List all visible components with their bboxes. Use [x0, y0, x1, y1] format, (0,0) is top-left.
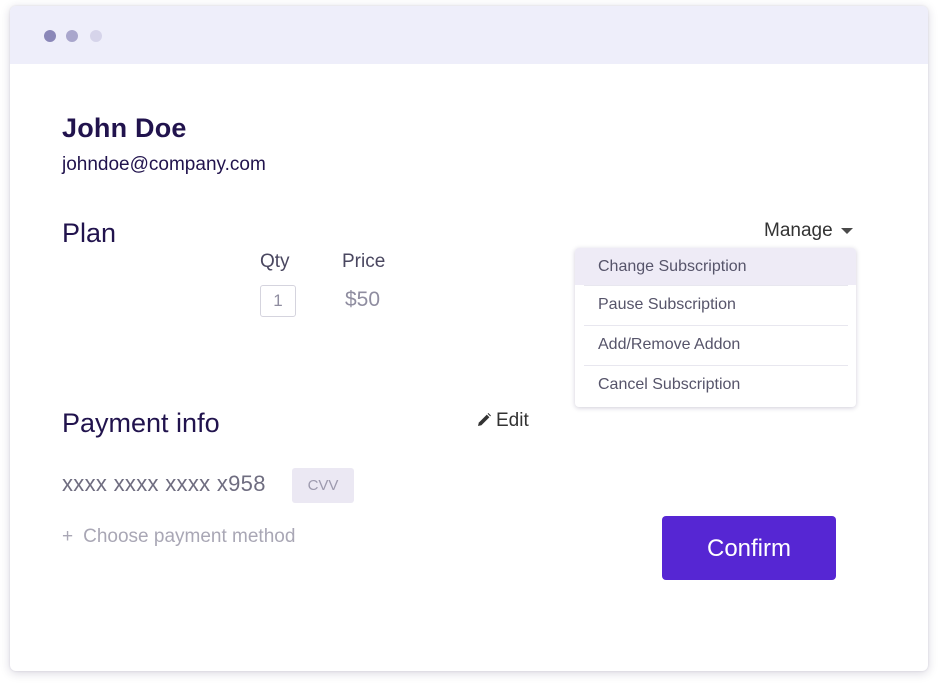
app-window: John Doe johndoe@company.com Plan Qty Pr…: [10, 6, 928, 671]
confirm-button[interactable]: Confirm: [662, 516, 836, 580]
qty-label: Qty: [260, 251, 290, 272]
menu-item-cancel-subscription[interactable]: Cancel Subscription: [575, 366, 856, 403]
menu-item-pause-subscription[interactable]: Pause Subscription: [575, 286, 856, 323]
plus-icon: +: [62, 526, 74, 547]
user-name: John Doe: [62, 113, 187, 143]
window-dot-3[interactable]: [90, 30, 102, 42]
window-dot-1[interactable]: [44, 30, 56, 42]
choose-payment-method-link[interactable]: + Choose payment method: [62, 526, 295, 548]
card-number: xxxx xxxx xxxx x958: [62, 471, 266, 496]
manage-dropdown-menu: Change Subscription Pause Subscription A…: [575, 248, 856, 407]
cvv-input[interactable]: CVV: [292, 468, 354, 503]
caret-down-icon: [840, 227, 853, 234]
plan-heading: Plan: [62, 218, 117, 248]
choose-payment-label: Choose payment method: [83, 526, 296, 547]
manage-dropdown-toggle[interactable]: Manage: [764, 220, 853, 242]
price-label: Price: [342, 251, 386, 272]
window-dot-2[interactable]: [66, 30, 78, 42]
menu-item-change-subscription[interactable]: Change Subscription: [575, 248, 856, 285]
qty-input[interactable]: 1: [260, 285, 296, 317]
pencil-icon: [478, 413, 491, 426]
user-email: johndoe@company.com: [62, 154, 266, 175]
manage-label: Manage: [764, 220, 833, 241]
window-titlebar: [10, 6, 928, 64]
price-value: $50: [345, 288, 381, 311]
payment-heading: Payment info: [62, 408, 220, 438]
edit-button[interactable]: Edit: [477, 410, 529, 432]
edit-label: Edit: [496, 410, 529, 431]
menu-item-add-remove-addon[interactable]: Add/Remove Addon: [575, 326, 856, 363]
